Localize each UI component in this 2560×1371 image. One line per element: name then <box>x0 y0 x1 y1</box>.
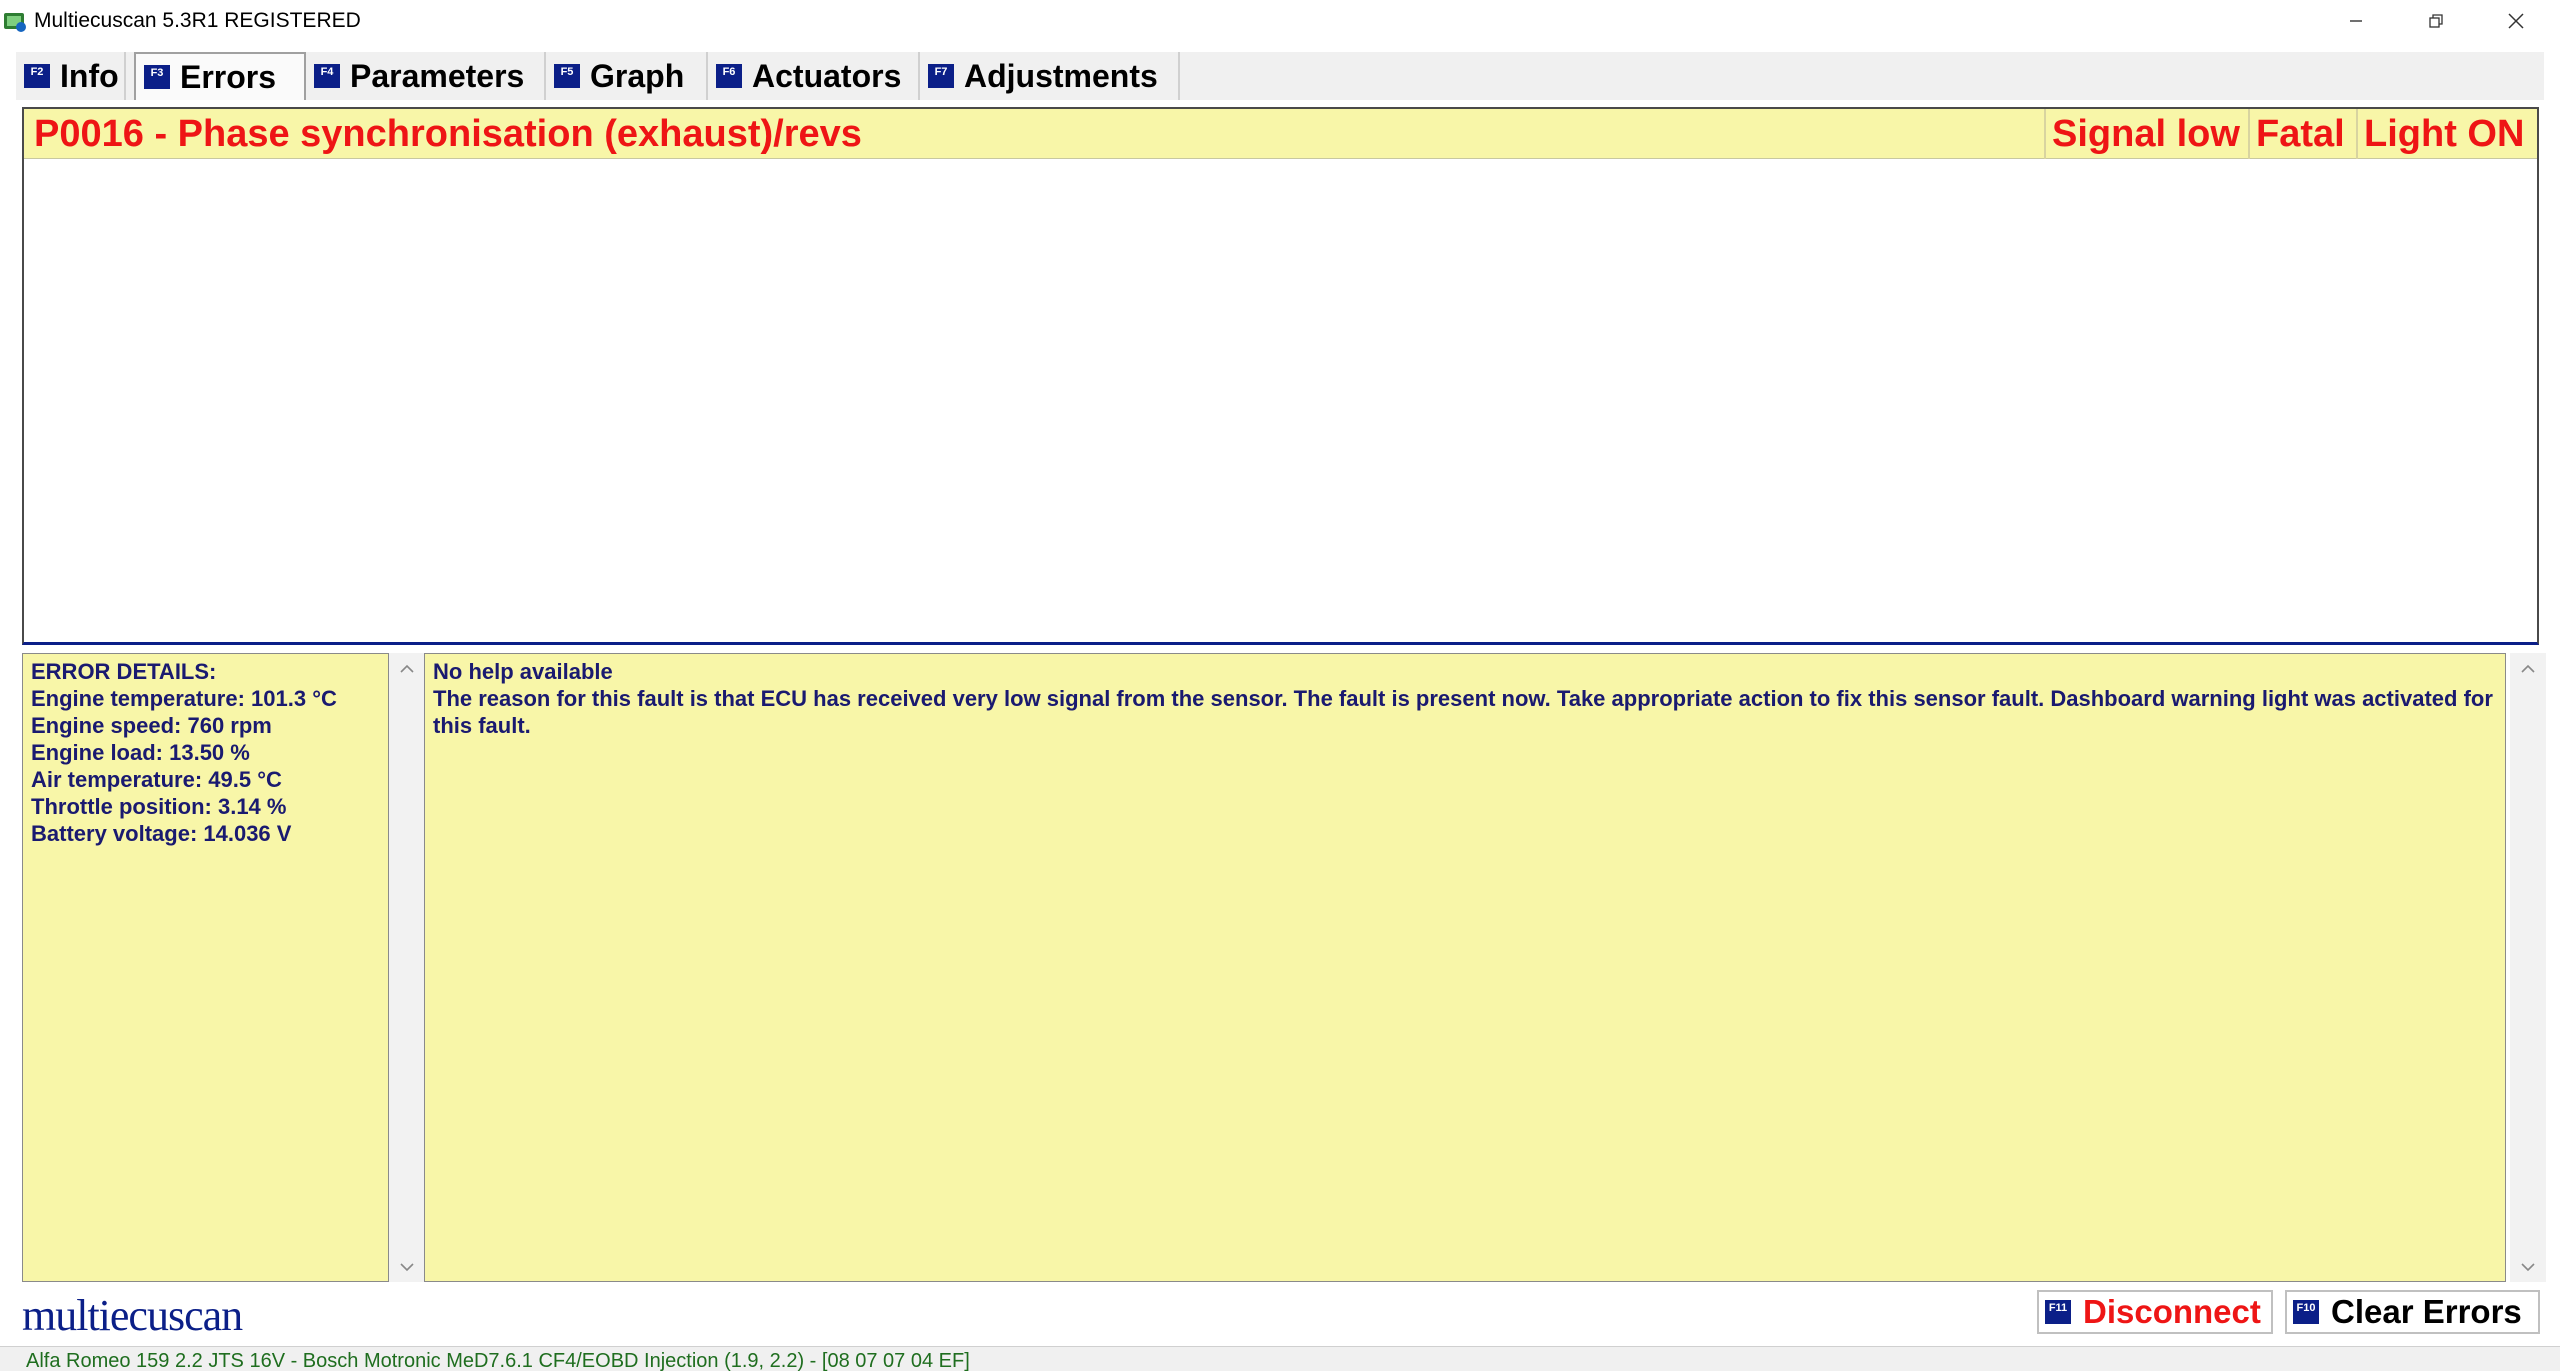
title-bar: Multiecuscan 5.3R1 REGISTERED <box>0 0 2560 42</box>
window-title: Multiecuscan 5.3R1 REGISTERED <box>34 9 361 32</box>
tab-errors-label: Errors <box>180 58 277 95</box>
restore-button[interactable] <box>2396 0 2476 42</box>
tab-adjustments[interactable]: F7 Adjustments <box>920 52 1180 100</box>
minimize-button[interactable] <box>2316 0 2396 42</box>
f10-key-icon: F10 <box>2293 1300 2319 1324</box>
column-divider <box>2044 109 2046 159</box>
tab-parameters-label: Parameters <box>350 57 525 94</box>
column-divider <box>2248 109 2250 159</box>
help-title: No help available <box>433 659 613 684</box>
error-row[interactable]: P0016 - Phase synchronisation (exhaust)/… <box>24 109 2537 159</box>
tab-info[interactable]: F2 Info <box>16 52 126 100</box>
detail-throttle-position: Throttle position: 3.14 % <box>31 794 287 819</box>
details-scrollbar[interactable] <box>389 653 425 1282</box>
restore-icon <box>2429 14 2443 28</box>
detail-battery-voltage: Battery voltage: 14.036 V <box>31 821 292 846</box>
help-text: The reason for this fault is that ECU ha… <box>433 686 2493 738</box>
help-panel: No help available The reason for this fa… <box>424 653 2506 1282</box>
tab-actuators[interactable]: F6 Actuators <box>708 52 920 100</box>
scroll-down-icon[interactable] <box>2518 1259 2538 1275</box>
error-list[interactable]: P0016 - Phase synchronisation (exhaust)/… <box>22 107 2539 645</box>
disconnect-button[interactable]: F11 Disconnect <box>2037 1290 2273 1334</box>
scroll-up-icon[interactable] <box>2518 661 2538 677</box>
multiecuscan-logo: multiecuscan <box>22 1291 243 1340</box>
detail-air-temperature: Air temperature: 49.5 °C <box>31 767 282 792</box>
status-bar: Alfa Romeo 159 2.2 JTS 16V - Bosch Motro… <box>0 1346 2560 1371</box>
clear-errors-label: Clear Errors <box>2331 1293 2522 1330</box>
details-title: ERROR DETAILS: <box>31 659 217 684</box>
scroll-down-icon[interactable] <box>397 1259 417 1275</box>
tab-actuators-label: Actuators <box>752 57 902 94</box>
f6-key-icon: F6 <box>716 64 742 88</box>
app-icon <box>4 13 26 32</box>
tab-graph[interactable]: F5 Graph <box>546 52 708 100</box>
column-divider <box>2356 109 2358 159</box>
error-condition: Signal low <box>2052 112 2240 155</box>
tab-info-label: Info <box>60 57 119 94</box>
clear-errors-button[interactable]: F10 Clear Errors <box>2285 1290 2540 1334</box>
detail-engine-temperature: Engine temperature: 101.3 °C <box>31 686 337 711</box>
f2-key-icon: F2 <box>24 64 50 88</box>
error-code-description: P0016 - Phase synchronisation (exhaust)/… <box>34 112 862 155</box>
f5-key-icon: F5 <box>554 64 580 88</box>
error-severity: Fatal <box>2256 112 2345 155</box>
error-light-status: Light ON <box>2364 112 2525 155</box>
tab-graph-label: Graph <box>590 57 685 94</box>
tab-errors[interactable]: F3 Errors <box>134 52 306 100</box>
close-icon <box>2508 13 2524 29</box>
f3-key-icon: F3 <box>144 65 170 89</box>
vehicle-info: Alfa Romeo 159 2.2 JTS 16V - Bosch Motro… <box>26 1350 970 1371</box>
scroll-up-icon[interactable] <box>397 661 417 677</box>
tab-adjustments-label: Adjustments <box>964 57 1158 94</box>
help-scrollbar[interactable] <box>2510 653 2546 1282</box>
tab-parameters[interactable]: F4 Parameters <box>306 52 546 100</box>
minimize-icon <box>2350 20 2362 22</box>
detail-engine-load: Engine load: 13.50 % <box>31 740 250 765</box>
f11-key-icon: F11 <box>2045 1300 2071 1324</box>
f7-key-icon: F7 <box>928 64 954 88</box>
f4-key-icon: F4 <box>314 64 340 88</box>
disconnect-label: Disconnect <box>2083 1293 2261 1330</box>
tab-strip: F2 Info F3 Errors F4 Parameters F5 Graph… <box>16 52 2544 100</box>
error-details-panel: ERROR DETAILS: Engine temperature: 101.3… <box>22 653 389 1282</box>
detail-engine-speed: Engine speed: 760 rpm <box>31 713 272 738</box>
close-button[interactable] <box>2476 0 2556 42</box>
